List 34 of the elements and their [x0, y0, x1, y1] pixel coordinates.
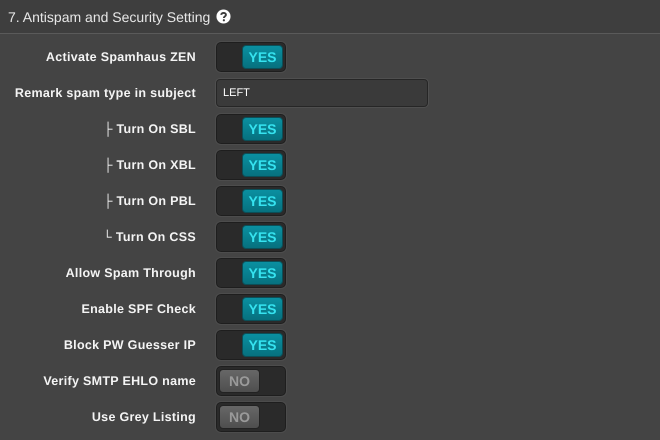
toggle-knob: YES [242, 333, 283, 357]
setting-label: ├ Turn On SBL [104, 122, 196, 136]
setting-label: Use Grey Listing [92, 410, 196, 424]
toggle-switch[interactable]: YES [216, 150, 286, 180]
setting-label: Block PW Guesser IP [64, 338, 196, 352]
toggle-knob: YES [242, 153, 283, 177]
setting-label: Enable SPF Check [81, 302, 196, 316]
toggle-switch[interactable]: NO [216, 366, 286, 396]
toggle-switch[interactable]: YES [216, 330, 286, 360]
toggle-switch[interactable]: YES [216, 114, 286, 144]
setting-label: Verify SMTP EHLO name [43, 374, 196, 388]
toggle-knob: YES [242, 225, 283, 249]
toggle-switch[interactable]: NO [216, 402, 286, 432]
section-title: 7. Antispam and Security Setting [8, 8, 210, 24]
toggle-knob: YES [242, 189, 283, 213]
setting-label: └ Turn On CSS [102, 230, 196, 244]
toggle-knob: NO [219, 369, 260, 393]
toggle-knob: YES [242, 261, 283, 285]
setting-label: ├ Turn On XBL [104, 158, 196, 172]
toggle-knob: YES [242, 45, 283, 69]
setting-label: Remark spam type in subject [14, 86, 196, 100]
toggle-switch[interactable]: YES [216, 42, 286, 72]
toggle-switch[interactable]: YES [216, 222, 286, 252]
toggle-switch[interactable]: YES [216, 294, 286, 324]
setting-label: Allow Spam Through [66, 266, 196, 280]
setting-label: ├ Turn On PBL [104, 194, 196, 208]
setting-label: Activate Spamhaus ZEN [46, 50, 196, 64]
toggle-switch[interactable]: YES [216, 258, 286, 288]
toggle-knob: NO [219, 405, 260, 429]
toggle-switch[interactable]: YES [216, 186, 286, 216]
help-icon[interactable] [216, 9, 232, 24]
input-field[interactable]: LEFT [216, 79, 428, 107]
toggle-knob: YES [242, 117, 283, 141]
toggle-knob: YES [242, 297, 283, 321]
